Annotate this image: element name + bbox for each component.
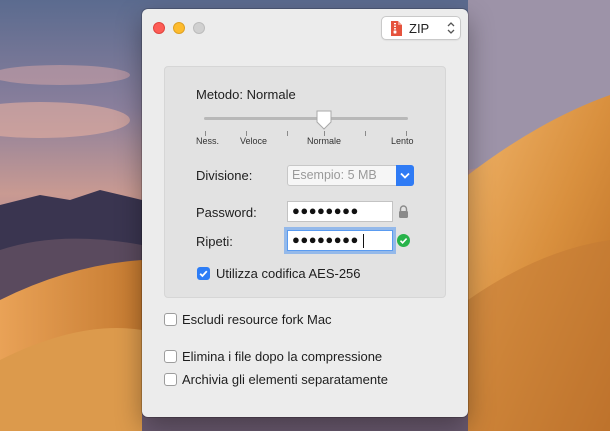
repeat-label: Ripeti: (196, 234, 233, 249)
chevron-updown-icon (447, 22, 455, 34)
delete-after-compress-checkbox[interactable] (164, 350, 177, 363)
checkmark-icon (199, 270, 208, 278)
password-field[interactable]: ●●●●●●●● (287, 201, 393, 222)
password-label: Password: (196, 205, 257, 220)
password-value: ●●●●●●●● (292, 203, 359, 218)
slider-level-label: Veloce (240, 136, 268, 146)
delete-after-compress-label: Elimina i file dopo la compressione (182, 349, 383, 364)
repeat-password-field[interactable]: ●●●●●●●● (287, 230, 393, 251)
archive-separately-checkbox[interactable] (164, 373, 177, 386)
exclude-resource-fork-label: Escludi resource fork Mac (182, 312, 332, 327)
archive-window: ZIP Metodo: Normale Ness. Veloce Normale… (142, 9, 468, 417)
method-label: Metodo: Normale (196, 87, 296, 102)
compression-slider-track[interactable] (204, 117, 408, 120)
close-button[interactable] (153, 22, 165, 34)
slider-level-label: Ness. (196, 136, 220, 146)
compression-slider-knob[interactable] (315, 110, 333, 130)
text-caret (363, 234, 364, 248)
exclude-resource-fork-checkbox[interactable] (164, 313, 177, 326)
slider-level-label: Normale (307, 136, 342, 146)
zip-file-icon (391, 21, 402, 36)
split-label: Divisione: (196, 168, 253, 183)
lock-icon (399, 205, 408, 218)
format-select[interactable]: ZIP (381, 16, 461, 40)
slider-tick (287, 131, 288, 136)
aes-label: Utilizza codifica AES-256 (216, 266, 361, 281)
slider-level-label: Lento (391, 136, 414, 146)
split-dropdown-button[interactable] (396, 165, 414, 186)
slider-tick (365, 131, 366, 136)
zoom-button[interactable] (193, 22, 205, 34)
aes-checkbox[interactable] (197, 267, 210, 280)
split-size-select[interactable]: Esempio: 5 MB (287, 165, 414, 186)
checkmark-valid-icon (397, 234, 410, 247)
format-label: ZIP (409, 21, 430, 36)
repeat-password-value: ●●●●●●●● (292, 232, 359, 247)
chevron-down-icon (400, 172, 410, 179)
split-placeholder: Esempio: 5 MB (292, 168, 377, 182)
minimize-button[interactable] (173, 22, 185, 34)
archive-separately-label: Archivia gli elementi separatamente (182, 372, 388, 387)
